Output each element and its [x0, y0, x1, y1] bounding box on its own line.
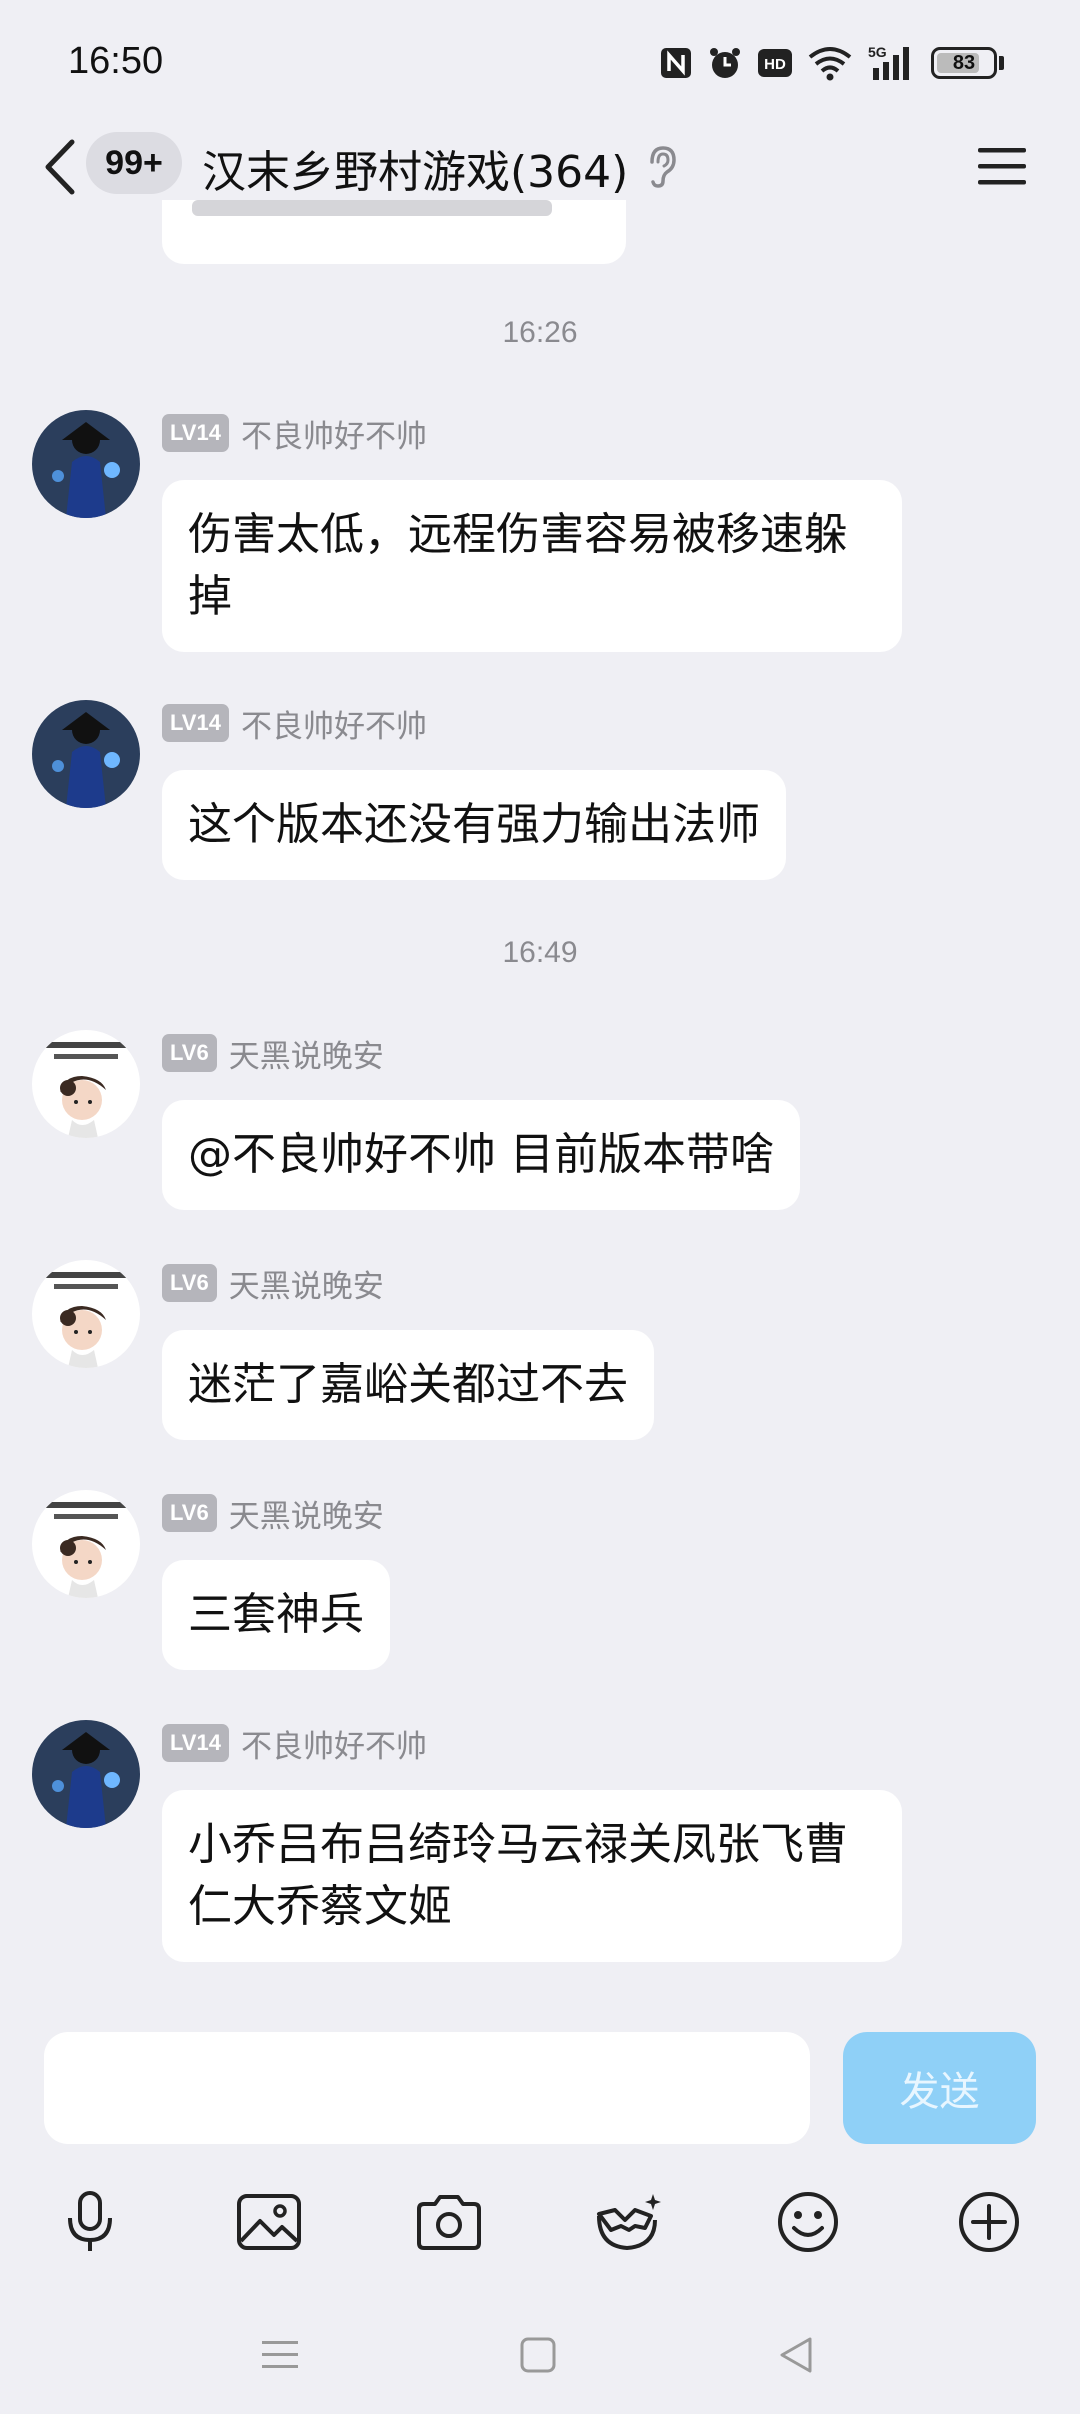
menu-button[interactable]: [974, 138, 1030, 194]
message-input[interactable]: [44, 2032, 810, 2144]
mask-sticker-icon[interactable]: [578, 2172, 678, 2272]
alarm-icon: [707, 45, 743, 81]
message-bubble[interactable]: 三套神兵: [162, 1560, 390, 1670]
nfc-icon: [659, 46, 693, 80]
sender-name[interactable]: 天黑说晚安: [229, 1261, 384, 1306]
input-toolbar: [0, 2172, 1080, 2272]
timestamp: 16:26: [502, 316, 578, 349]
message-meta: LV14 不良帅好不帅: [162, 1724, 427, 1765]
sender-name[interactable]: 不良帅好不帅: [241, 411, 427, 456]
sender-name[interactable]: 天黑说晚安: [229, 1031, 384, 1076]
svg-text:HD: HD: [764, 56, 786, 73]
message-bubble[interactable]: 迷茫了嘉峪关都过不去: [162, 1330, 654, 1440]
avatar[interactable]: [32, 1030, 140, 1138]
camera-icon[interactable]: [399, 2172, 499, 2272]
message-meta: LV6 天黑说晚安: [162, 1034, 384, 1075]
system-nav-bar: [0, 2300, 1080, 2400]
avatar[interactable]: [32, 1260, 140, 1368]
level-badge: LV6: [162, 1264, 217, 1302]
message-meta: LV14 不良帅好不帅: [162, 704, 427, 745]
back-button[interactable]: [30, 132, 90, 202]
status-icons: HD 5G 83: [659, 40, 1004, 86]
sender-name[interactable]: 天黑说晚安: [229, 1491, 384, 1536]
message-bubble[interactable]: 伤害太低，远程伤害容易被移速躲掉: [162, 480, 902, 652]
back-nav-icon[interactable]: [756, 2320, 836, 2390]
sender-name[interactable]: 不良帅好不帅: [241, 1721, 427, 1766]
status-time: 16:50: [68, 40, 164, 82]
send-button[interactable]: 发送: [843, 2032, 1036, 2144]
image-icon[interactable]: [219, 2172, 319, 2272]
battery-icon: 83: [931, 47, 997, 79]
avatar[interactable]: [32, 700, 140, 808]
message-meta: LV6 天黑说晚安: [162, 1264, 384, 1305]
home-nav-icon[interactable]: [498, 2320, 578, 2390]
avatar[interactable]: [32, 410, 140, 518]
menu-icon: [978, 148, 1026, 185]
menu-nav-icon[interactable]: [240, 2320, 320, 2390]
hd-icon: HD: [757, 47, 793, 79]
chat-title[interactable]: 汉末乡野村游戏(364): [202, 136, 628, 200]
sender-name[interactable]: 不良帅好不帅: [241, 701, 427, 746]
plus-icon[interactable]: [939, 2172, 1039, 2272]
avatar[interactable]: [32, 1490, 140, 1598]
message-bubble[interactable]: 这个版本还没有强力输出法师: [162, 770, 786, 880]
message-meta: LV6 天黑说晚安: [162, 1494, 384, 1535]
avatar[interactable]: [32, 1720, 140, 1828]
timestamp: 16:49: [502, 936, 578, 969]
message-bubble[interactable]: @不良帅好不帅 目前版本带啥: [162, 1100, 800, 1210]
level-badge: LV14: [162, 414, 229, 452]
wifi-icon: [807, 45, 853, 81]
ear-icon[interactable]: [644, 144, 680, 190]
signal-icon: 5G: [867, 44, 917, 82]
battery-level: 83: [952, 51, 976, 74]
unread-count-badge[interactable]: 99+: [86, 132, 182, 194]
level-badge: LV6: [162, 1034, 217, 1072]
microphone-icon[interactable]: [40, 2172, 140, 2272]
smiley-icon[interactable]: [758, 2172, 858, 2272]
level-badge: LV14: [162, 1724, 229, 1762]
back-arrow-icon: [45, 139, 75, 195]
level-badge: LV14: [162, 704, 229, 742]
previous-message-bubble: [162, 200, 626, 264]
network-type: 5G: [868, 44, 887, 60]
message-meta: LV14 不良帅好不帅: [162, 414, 427, 455]
status-bar: 16:50 HD 5G 83: [0, 0, 1080, 130]
message-bubble[interactable]: 小乔吕布吕绮玲马云禄关凤张飞曹仁大乔蔡文姬: [162, 1790, 902, 1962]
level-badge: LV6: [162, 1494, 217, 1532]
